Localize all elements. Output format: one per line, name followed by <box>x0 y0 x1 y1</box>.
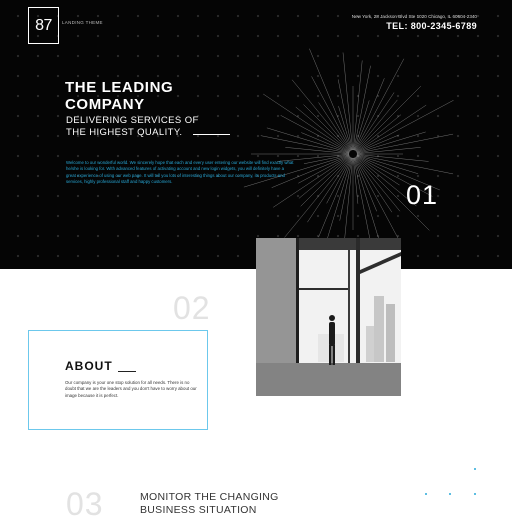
starburst-ray <box>356 100 454 153</box>
starburst-ray <box>309 48 352 151</box>
office-window-photo <box>256 238 401 396</box>
starburst-ray <box>356 154 429 162</box>
starburst-ray <box>266 127 350 154</box>
starburst-ray <box>284 156 351 238</box>
about-title-underline <box>118 371 136 372</box>
accent-dot <box>474 493 476 495</box>
starburst-ray <box>355 85 422 152</box>
hero-title-line2: COMPANY <box>65 96 145 113</box>
about-text: Our company is your one stop solution fo… <box>65 380 197 398</box>
accent-dot <box>449 493 451 495</box>
starburst-ray <box>260 135 350 154</box>
starburst-ray <box>291 79 351 152</box>
hero-section: 87 LANDING THEME New York, 28 Jackson Bl… <box>0 0 512 269</box>
logo-tagline: LANDING THEME <box>62 20 103 25</box>
starburst-ray <box>354 58 405 151</box>
section-number-03: 03 <box>66 486 104 522</box>
starburst-ray <box>303 104 351 152</box>
hero-subtitle-line1: DELIVERING SERVICES OF <box>66 115 199 126</box>
starburst-ray <box>353 157 359 204</box>
starburst-ray <box>353 65 371 151</box>
starburst-ray <box>326 157 352 204</box>
header-phone[interactable]: TEL: 800-2345-6789 <box>386 21 477 31</box>
starburst-ray <box>263 93 350 152</box>
starburst-ray <box>300 156 351 207</box>
accent-dot <box>425 493 427 495</box>
header-address: New York, 28 Jackson Blvd Ste 1020 Chica… <box>351 14 477 19</box>
logo[interactable]: 87 <box>28 7 59 44</box>
section-number-01: 01 <box>406 180 439 210</box>
starburst-ray <box>325 157 353 245</box>
hero-subtitle: DELIVERING SERVICES OF THE HIGHEST QUALI… <box>66 115 199 139</box>
hero-divider <box>193 134 230 135</box>
section3-title-line2: BUSINESS SITUATION <box>140 504 257 516</box>
about-title: ABOUT <box>65 359 113 373</box>
starburst-ray <box>356 154 454 175</box>
starburst-ray <box>356 133 454 154</box>
section3-title: MONITOR THE CHANGING BUSINESS SITUATION <box>140 491 279 517</box>
hero-title: THE LEADING COMPANY <box>65 79 173 113</box>
starburst-ray <box>307 157 351 223</box>
hero-subtitle-line2: THE HIGHEST QUALITY. <box>66 127 183 138</box>
starburst-ray <box>353 157 379 239</box>
accent-dot <box>474 468 476 470</box>
hero-title-line1: THE LEADING <box>65 79 174 96</box>
hero-description: Welcome to our wonderful world. We since… <box>66 160 294 184</box>
starburst-ray <box>303 154 350 164</box>
starburst-ray <box>342 52 353 151</box>
section-number-02: 02 <box>173 290 211 326</box>
section3-title-line1: MONITOR THE CHANGING <box>140 491 279 503</box>
starburst-ray <box>353 60 363 151</box>
